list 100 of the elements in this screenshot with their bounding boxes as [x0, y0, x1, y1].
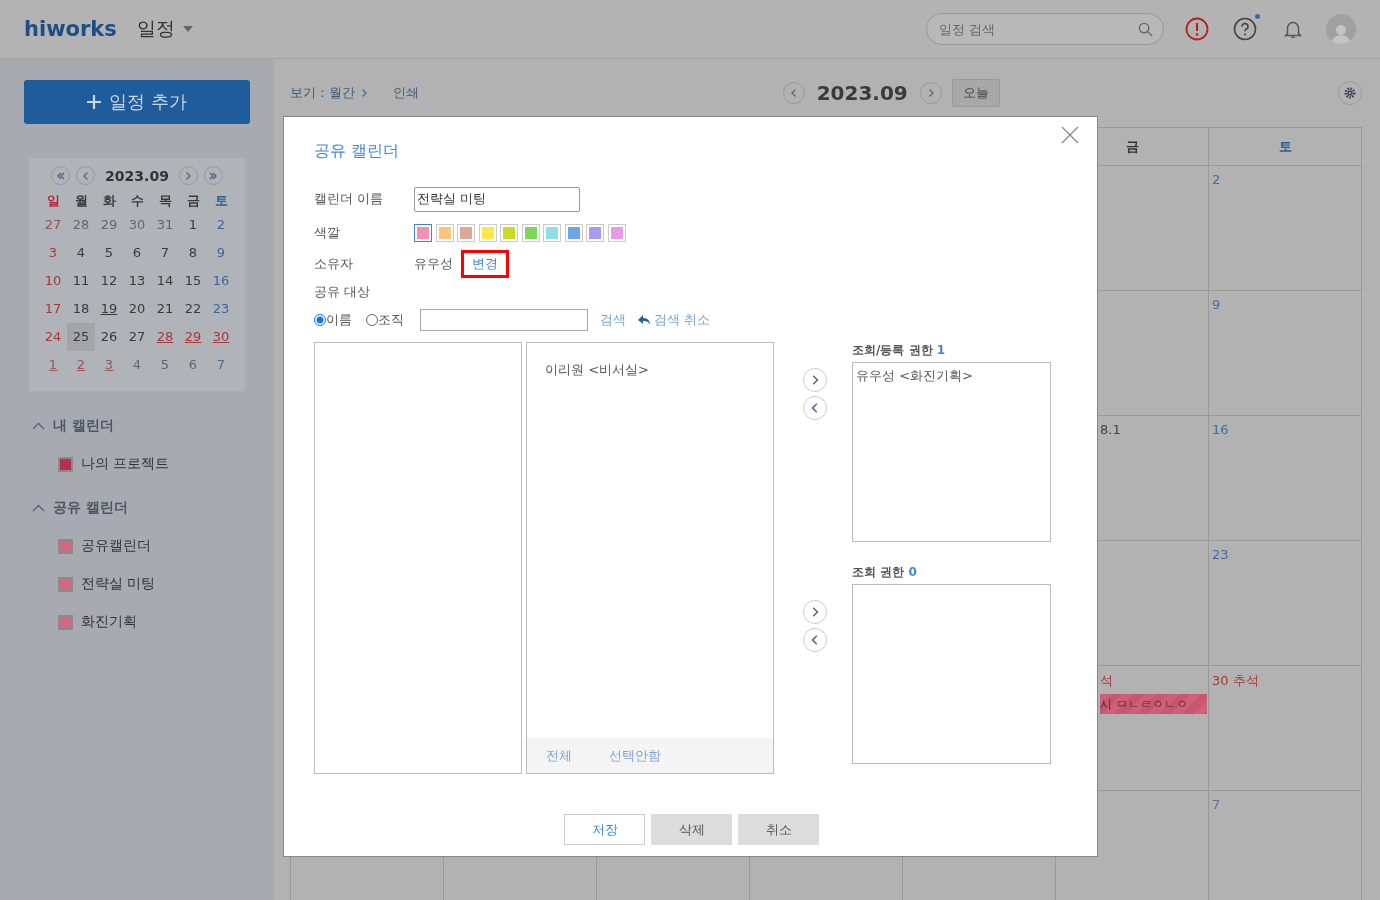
- color-swatch[interactable]: [457, 224, 475, 242]
- logo[interactable]: hiworks: [24, 17, 117, 41]
- day-cell[interactable]: 28: [151, 323, 179, 351]
- day-cell[interactable]: 8: [179, 239, 207, 267]
- day-cell[interactable]: 1: [39, 351, 67, 379]
- day-cell[interactable]: 1: [179, 211, 207, 239]
- day-cell[interactable]: 3: [95, 351, 123, 379]
- color-swatch[interactable]: [564, 224, 583, 242]
- day-cell[interactable]: 3: [39, 239, 67, 267]
- color-swatch[interactable]: [500, 224, 518, 242]
- add-event-button[interactable]: 일정 추가: [24, 80, 250, 124]
- cancel-search-link[interactable]: 검색 취소: [638, 311, 711, 329]
- calendar-name[interactable]: 전략실 미팅: [81, 575, 156, 593]
- day-cell[interactable]: 2: [207, 211, 235, 239]
- day-cell[interactable]: 20: [123, 295, 151, 323]
- add-member-button[interactable]: [803, 600, 827, 624]
- candidate-item[interactable]: 이리원 <비서실>: [545, 362, 649, 377]
- today-button[interactable]: 오늘: [951, 79, 1000, 107]
- event-bar[interactable]: 시 ㅁㄴㄹㅇㄴㅇ: [1100, 694, 1207, 714]
- day-cell[interactable]: 5: [151, 351, 179, 379]
- day-cell[interactable]: 30: [123, 211, 151, 239]
- color-swatch[interactable]: [414, 224, 432, 242]
- calendar-cell[interactable]: 7: [1209, 791, 1362, 900]
- color-swatch[interactable]: [586, 224, 604, 242]
- member-item[interactable]: 유우성 <화진기획>: [856, 368, 973, 383]
- search-field[interactable]: 일정 검색: [926, 13, 1164, 45]
- day-cell[interactable]: 14: [151, 267, 179, 295]
- day-cell[interactable]: 7: [151, 239, 179, 267]
- calendar-color-checkbox[interactable]: [58, 576, 73, 592]
- radio-button[interactable]: [366, 314, 378, 326]
- select-none-link[interactable]: 선택안함: [609, 746, 661, 765]
- day-cell[interactable]: 27: [123, 323, 151, 351]
- color-swatch[interactable]: [521, 224, 540, 242]
- day-cell[interactable]: 25: [67, 323, 95, 351]
- calendar-name[interactable]: 나의 프로젝트: [81, 455, 170, 473]
- day-cell[interactable]: 29: [179, 323, 207, 351]
- day-cell[interactable]: 16: [207, 267, 235, 295]
- day-cell[interactable]: 15: [179, 267, 207, 295]
- field-label: 색깔: [314, 224, 341, 242]
- day-cell[interactable]: 10: [39, 267, 67, 295]
- print-link[interactable]: 인쇄: [392, 84, 419, 102]
- day-cell[interactable]: 23: [207, 295, 235, 323]
- app-menu[interactable]: 일정: [136, 16, 193, 42]
- day-cell[interactable]: 21: [151, 295, 179, 323]
- remove-member-button[interactable]: [803, 628, 827, 652]
- day-cell[interactable]: 26: [95, 323, 123, 351]
- day-cell[interactable]: 27: [39, 211, 67, 239]
- save-button[interactable]: 저장: [564, 814, 645, 845]
- day-cell[interactable]: 30: [207, 323, 235, 351]
- add-member-button[interactable]: [803, 368, 827, 392]
- select-all-link[interactable]: 전체: [546, 746, 572, 765]
- day-cell[interactable]: 5: [95, 239, 123, 267]
- day-cell[interactable]: 2: [67, 351, 95, 379]
- radio-option[interactable]: 이름: [314, 311, 352, 329]
- day-cell[interactable]: 19: [95, 295, 123, 323]
- caret-icon: [182, 26, 193, 32]
- radio-button[interactable]: [314, 314, 326, 326]
- calendar-color-checkbox[interactable]: [58, 538, 73, 554]
- day-cell[interactable]: 4: [67, 239, 95, 267]
- day-cell[interactable]: 4: [123, 351, 151, 379]
- day-cell[interactable]: 17: [39, 295, 67, 323]
- day-cell[interactable]: 7: [207, 351, 235, 379]
- section-toggle[interactable]: 내 캘린더: [24, 417, 114, 435]
- day-cell[interactable]: 31: [151, 211, 179, 239]
- calendar-cell[interactable]: 9: [1209, 291, 1362, 416]
- day-cell[interactable]: 11: [67, 267, 95, 295]
- day-cell[interactable]: 13: [123, 267, 151, 295]
- search-link[interactable]: 검색: [600, 311, 626, 329]
- change-link[interactable]: 변경: [461, 250, 509, 278]
- day-cell[interactable]: 18: [67, 295, 95, 323]
- color-swatch[interactable]: [607, 224, 626, 242]
- color-swatch[interactable]: [435, 224, 454, 242]
- day-cell[interactable]: 28: [67, 211, 95, 239]
- calendar-name[interactable]: 공유캘린더: [81, 537, 151, 555]
- day-cell[interactable]: 6: [123, 239, 151, 267]
- remove-member-button[interactable]: [803, 396, 827, 420]
- day-cell[interactable]: 9: [207, 239, 235, 267]
- dialog-button[interactable]: 취소: [738, 814, 819, 845]
- close-button[interactable]: [1060, 126, 1080, 146]
- radio-option[interactable]: 조직: [366, 311, 404, 329]
- calendar-name-field[interactable]: 전략실 미팅: [414, 186, 580, 212]
- day-cell[interactable]: 22: [179, 295, 207, 323]
- member-search-field[interactable]: [420, 309, 588, 331]
- day-cell[interactable]: 29: [95, 211, 123, 239]
- day-cell[interactable]: 24: [39, 323, 67, 351]
- calendar-color-checkbox[interactable]: [58, 456, 73, 472]
- color-swatch[interactable]: [543, 224, 561, 242]
- calendar-name[interactable]: 화진기획: [81, 613, 137, 631]
- avatar[interactable]: [1326, 14, 1356, 44]
- calendar-cell[interactable]: 30 추석: [1209, 666, 1362, 791]
- day-cell[interactable]: 6: [179, 351, 207, 379]
- calendar-cell[interactable]: 2: [1209, 166, 1362, 291]
- section-toggle[interactable]: 공유 캘린더: [24, 499, 128, 517]
- day-cell[interactable]: 12: [95, 267, 123, 295]
- calendar-color-checkbox[interactable]: [58, 614, 73, 630]
- view-dropdown[interactable]: 보기 : 월간: [290, 84, 369, 102]
- dialog-button[interactable]: 삭제: [651, 814, 732, 845]
- calendar-cell[interactable]: 16: [1209, 416, 1362, 541]
- color-swatch[interactable]: [478, 224, 497, 242]
- calendar-cell[interactable]: 23: [1209, 541, 1362, 666]
